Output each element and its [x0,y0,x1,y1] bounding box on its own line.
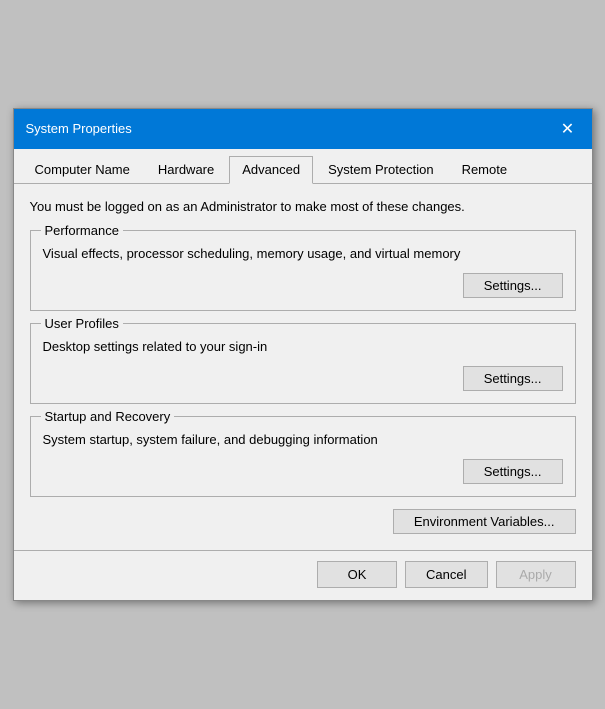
startup-recovery-description: System startup, system failure, and debu… [43,431,563,449]
startup-recovery-group: Startup and Recovery System startup, sys… [30,416,576,497]
user-profiles-group: User Profiles Desktop settings related t… [30,323,576,404]
performance-description: Visual effects, processor scheduling, me… [43,245,563,263]
tab-system-protection[interactable]: System Protection [315,156,447,184]
window-title: System Properties [26,121,132,136]
close-button[interactable]: ✕ [556,117,580,141]
user-profiles-settings-button[interactable]: Settings... [463,366,563,391]
apply-button[interactable]: Apply [496,561,576,588]
tab-hardware[interactable]: Hardware [145,156,227,184]
startup-recovery-settings-button[interactable]: Settings... [463,459,563,484]
system-properties-dialog: System Properties ✕ Computer Name Hardwa… [13,108,593,602]
tab-bar: Computer Name Hardware Advanced System P… [14,149,592,184]
startup-recovery-legend: Startup and Recovery [41,409,175,424]
environment-variables-button[interactable]: Environment Variables... [393,509,576,534]
env-variables-row: Environment Variables... [30,509,576,534]
tab-computer-name[interactable]: Computer Name [22,156,143,184]
footer: OK Cancel Apply [14,550,592,600]
user-profiles-description: Desktop settings related to your sign-in [43,338,563,356]
tab-remote[interactable]: Remote [449,156,521,184]
performance-group: Performance Visual effects, processor sc… [30,230,576,311]
user-profiles-legend: User Profiles [41,316,123,331]
cancel-button[interactable]: Cancel [405,561,487,588]
performance-legend: Performance [41,223,123,238]
main-content: You must be logged on as an Administrato… [14,184,592,551]
title-bar: System Properties ✕ [14,109,592,149]
performance-settings-button[interactable]: Settings... [463,273,563,298]
admin-info-text: You must be logged on as an Administrato… [30,198,576,216]
ok-button[interactable]: OK [317,561,397,588]
tab-advanced[interactable]: Advanced [229,156,313,184]
